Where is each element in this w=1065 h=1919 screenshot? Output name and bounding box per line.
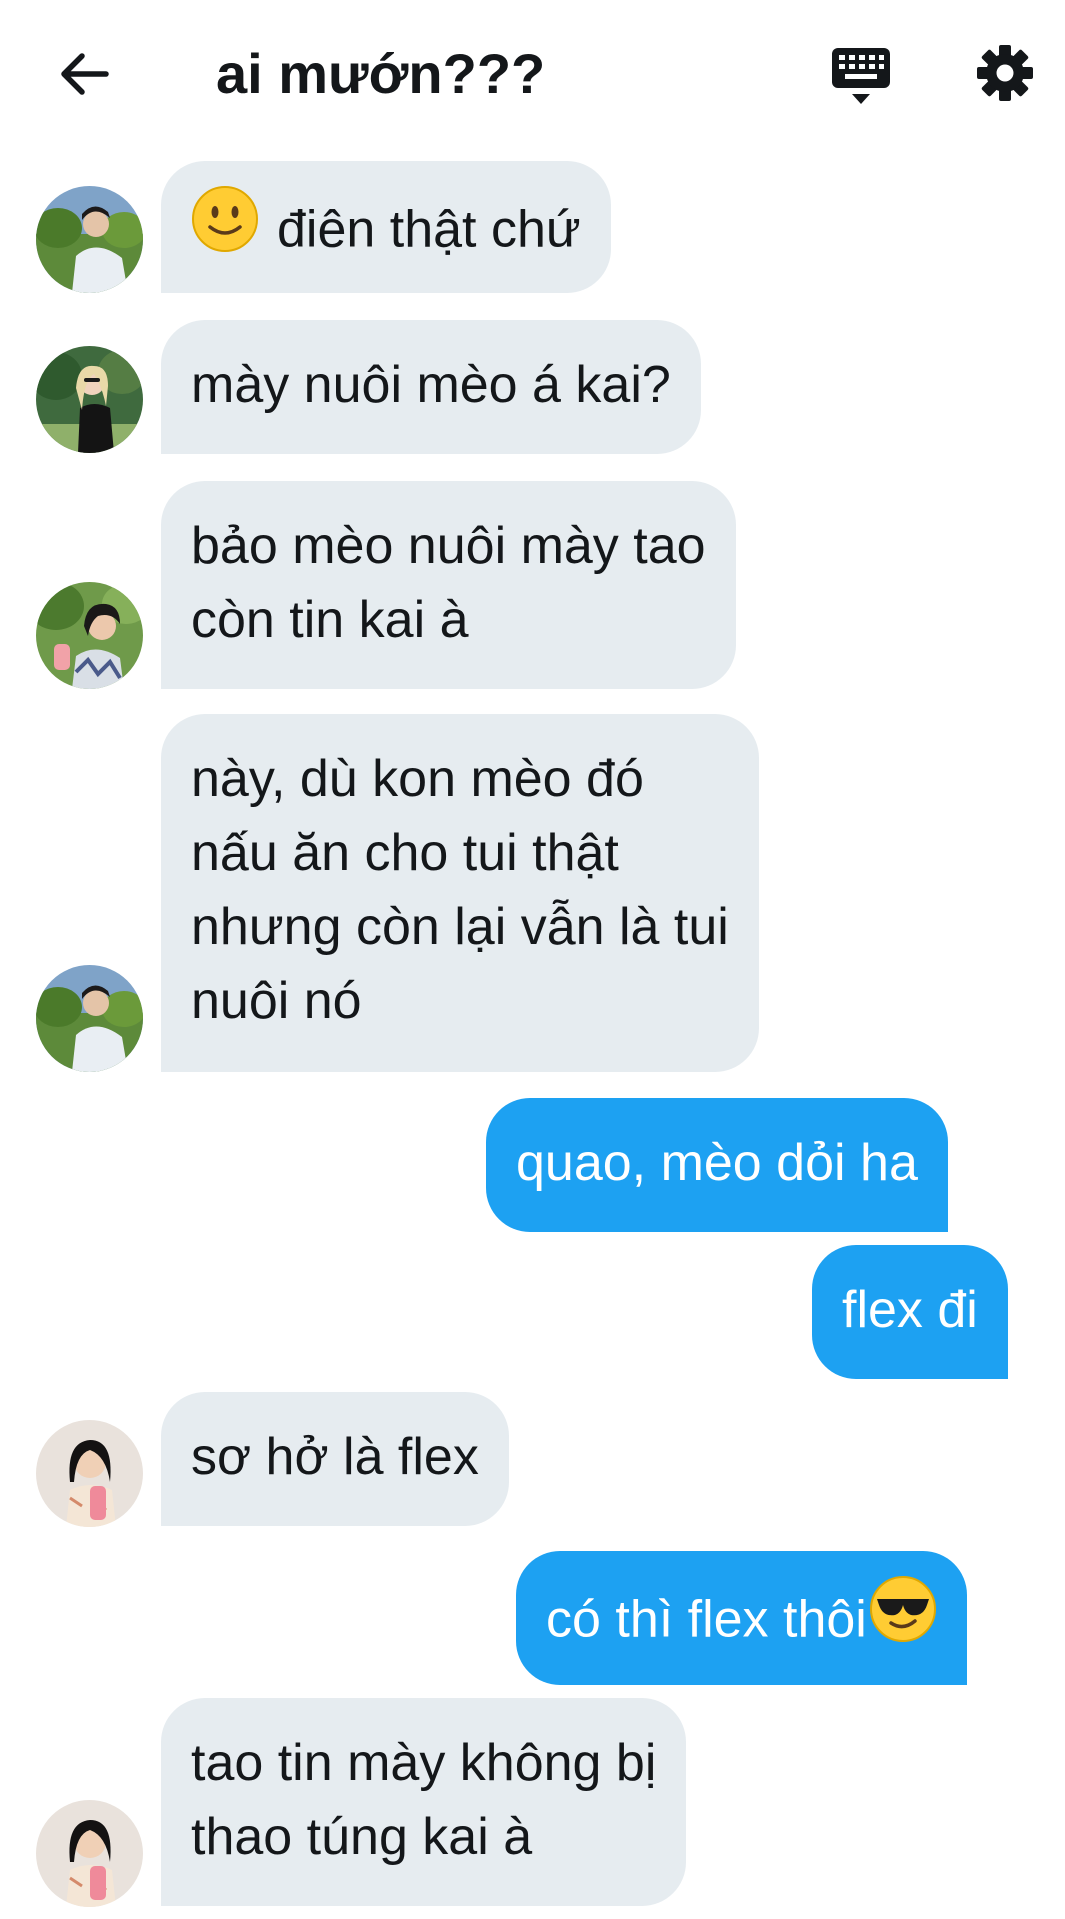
slightly-smiling-face-icon [191,185,259,273]
arrow-left-icon [61,53,109,95]
avatar[interactable] [36,582,143,689]
message-line: nuôi nó [191,972,362,1030]
sunglasses-face-icon [869,1575,937,1663]
message-line: thao túng kai à [191,1808,533,1866]
message-bubble: điên thật chứ [161,161,611,293]
message-text: sơ hở là flex [191,1428,479,1486]
message-text: quao, mèo dỏi ha [516,1134,918,1192]
avatar[interactable] [36,965,143,1072]
message-bubble: sơ hở là flex [161,1392,509,1526]
message-line: tao tin mày không bị [191,1734,657,1792]
message-line: còn tin kai à [191,591,469,649]
message-text: có thì flex thôi [546,1590,867,1649]
message-line: bảo mèo nuôi mày tao [191,517,706,575]
message-text: điên thật chứ [277,200,581,259]
avatar[interactable] [36,186,143,293]
avatar[interactable] [36,346,143,453]
message-bubble: bảo mèo nuôi mày tao còn tin kai à [161,481,736,689]
message-bubble: này, dù kon mèo đó nấu ăn cho tui thật n… [161,714,759,1072]
message-line: này, dù kon mèo đó [191,750,644,808]
message-bubble: tao tin mày không bị thao túng kai à [161,1698,687,1906]
avatar[interactable] [36,1800,143,1907]
message-bubble: quao, mèo dỏi ha [486,1098,948,1232]
back-button[interactable] [52,42,116,106]
message-bubble: flex đi [812,1245,1008,1379]
message-bubble: có thì flex thôi [516,1551,967,1685]
keyboard-icon [832,48,890,104]
avatar[interactable] [36,1420,143,1527]
message-line: nấu ăn cho tui thật [191,824,619,882]
keyboard-button[interactable] [826,40,896,110]
conversation-header: ai mướn??? [0,0,1065,150]
gear-icon [977,45,1033,101]
message-line: nhưng còn lại vẫn là tui [191,898,729,956]
message-bubble: mày nuôi mèo á kai? [161,320,701,454]
conversation-title: ai mướn??? [216,42,546,105]
settings-button[interactable] [970,38,1040,108]
message-text: flex đi [842,1281,978,1339]
message-text: mày nuôi mèo á kai? [191,356,671,414]
